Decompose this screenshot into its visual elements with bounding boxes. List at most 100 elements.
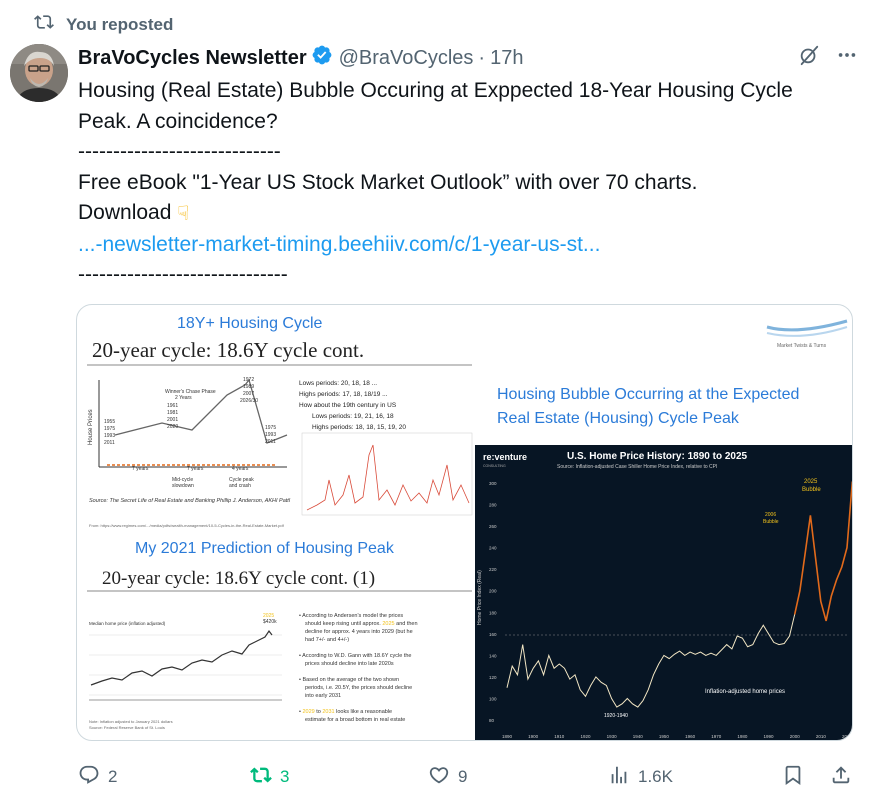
bookmark-button[interactable] xyxy=(782,762,804,792)
svg-text:1920-1940: 1920-1940 xyxy=(604,713,628,719)
hp-ytick: 180 xyxy=(489,610,497,615)
hp-xtick: 2020 xyxy=(842,734,853,739)
pointing-down-emoji-icon: ☟ xyxy=(177,203,190,225)
tweet-link[interactable]: ...-newsletter-market-timing.beehiiv.com… xyxy=(78,230,868,261)
prediction-chart: Median home price (inflation adjusted) 2… xyxy=(89,613,282,730)
mini-cycle-chart xyxy=(301,432,473,516)
svg-text:How about the 19th century in: How about the 19th century in US xyxy=(299,402,397,409)
svg-text:Lows periods: 20, 18, 18 ...: Lows periods: 20, 18, 18 ... xyxy=(299,380,377,387)
svg-text:1975: 1975 xyxy=(265,425,276,431)
prediction-title: My 2021 Prediction of Housing Peak xyxy=(135,540,395,557)
svg-text:House Prices: House Prices xyxy=(88,409,94,445)
reply-button[interactable]: 2 xyxy=(78,762,117,792)
reply-count: 2 xyxy=(108,767,118,786)
tweet-line: Free eBook "1-Year US Stock Market Outlo… xyxy=(78,170,698,194)
hp-ytick: 280 xyxy=(489,503,497,508)
svg-text:prices should decline into lat: prices should decline into late 2020s xyxy=(305,661,394,667)
svg-text:2011: 2011 xyxy=(104,440,115,446)
hp-xtick: 1910 xyxy=(554,734,565,739)
svg-text:Bubble: Bubble xyxy=(763,519,779,525)
svg-text:Highs periods: 17, 18, 18/19 .: Highs periods: 17, 18, 18/19 ... xyxy=(299,391,388,398)
repost-count: 3 xyxy=(280,767,290,786)
tweet-media-image[interactable]: 18Y+ Housing Cycle 20-year cycle: 18.6Y … xyxy=(76,304,853,741)
share-button[interactable] xyxy=(830,762,852,792)
hp-ytick: 240 xyxy=(489,546,497,551)
source-note: Source: The Secret Life of Real Estate a… xyxy=(89,498,291,504)
prediction-bullets: • According to Andersen's model the pric… xyxy=(299,613,418,723)
hp-xtick: 1920 xyxy=(580,734,591,739)
svg-text:2001: 2001 xyxy=(167,417,178,423)
url-note: From: https://www.regimes.com/.../media/… xyxy=(89,523,285,528)
cycle-diagram: House Prices Winner's Chase Phase 2 Year… xyxy=(88,377,288,489)
right-title-1: Housing Bubble Occurring at the Expected xyxy=(497,386,799,403)
svg-text:1981: 1981 xyxy=(167,410,178,416)
avatar[interactable] xyxy=(10,44,68,102)
tweet-line: Housing (Real Estate) Bubble Occuring at… xyxy=(78,79,793,102)
verified-badge-icon xyxy=(307,44,339,72)
hp-ytick: 80 xyxy=(489,718,495,723)
tweet-line: Peak. A coincidence? xyxy=(78,109,278,133)
tweet-text: Housing (Real Estate) Bubble Occuring at… xyxy=(78,76,868,291)
svg-text:2025: 2025 xyxy=(804,479,818,485)
svg-text:1993: 1993 xyxy=(104,433,115,439)
svg-text:• According to W.D. Gann with: • According to W.D. Gann with 18.6Y cycl… xyxy=(299,653,412,659)
svg-text:decline for approx. 4 years in: decline for approx. 4 years into 2029 (b… xyxy=(305,629,413,635)
author-name[interactable]: BraVoCycles Newsletter xyxy=(78,47,307,70)
tweet-divider: ----------------------------- xyxy=(78,140,281,163)
hp-brand: re:venture xyxy=(483,452,527,462)
tweet-divider: ------------------------------ xyxy=(78,263,288,286)
prediction-subtitle: 20-year cycle: 18.6Y cycle cont. (1) xyxy=(102,568,375,589)
hp-ytick: 120 xyxy=(489,675,497,680)
svg-text:periods, i.e. 20.5Y, the price: periods, i.e. 20.5Y, the prices should d… xyxy=(305,685,412,691)
hp-xtick: 1980 xyxy=(737,734,748,739)
svg-text:Home Price Index (Real): Home Price Index (Real) xyxy=(477,570,483,625)
tweet-header: BraVoCycles Newsletter @BraVoCycles · 17… xyxy=(78,44,858,72)
svg-text:CONSULTING: CONSULTING xyxy=(483,464,506,468)
repost-action-icon xyxy=(250,764,272,791)
svg-text:4 years: 4 years xyxy=(232,466,249,472)
svg-text:1989: 1989 xyxy=(243,384,254,390)
cycle-bullets: Lows periods: 20, 18, 18 ... Highs perio… xyxy=(299,380,406,431)
svg-text:2011: 2011 xyxy=(265,439,276,445)
like-count: 9 xyxy=(458,767,468,786)
hp-ytick: 160 xyxy=(489,632,497,637)
hp-xtick: 1900 xyxy=(528,734,539,739)
svg-text:Inflation-adjusted home prices: Inflation-adjusted home prices xyxy=(705,689,785,695)
hp-xtick: 1950 xyxy=(659,734,670,739)
repost-button[interactable]: 3 xyxy=(250,762,289,792)
hp-ytick: 200 xyxy=(489,589,497,594)
hp-ytick: 100 xyxy=(489,696,497,701)
hp-xtick: 1970 xyxy=(711,734,722,739)
separator-dot: · xyxy=(478,46,486,69)
more-options-icon[interactable] xyxy=(836,44,858,72)
svg-text:2 Years: 2 Years xyxy=(175,395,192,401)
svg-text:• 2029 to 2031 looks like a re: • 2029 to 2031 looks like a reasonable xyxy=(299,709,392,715)
tweet-actions: 2 3 9 1.6K xyxy=(78,762,858,792)
home-price-chart: re:venture CONSULTING U.S. Home Price Hi… xyxy=(475,445,853,740)
hp-title: U.S. Home Price History: 1890 to 2025 xyxy=(567,451,748,462)
share-icon xyxy=(830,764,852,791)
author-handle[interactable]: @BraVoCycles xyxy=(339,47,474,70)
timestamp[interactable]: 17h xyxy=(490,47,523,70)
svg-text:• Based on the average of the: • Based on the average of the two shown xyxy=(299,677,399,683)
heart-icon xyxy=(428,764,450,791)
svg-text:Bubble: Bubble xyxy=(802,487,821,493)
hp-ytick: 140 xyxy=(489,653,497,658)
download-text: Download xyxy=(78,201,172,224)
views-button[interactable]: 1.6K xyxy=(608,762,673,792)
svg-text:1972: 1972 xyxy=(243,377,254,383)
svg-text:2020: 2020 xyxy=(167,424,178,430)
svg-text:and crash: and crash xyxy=(229,483,251,489)
svg-text:2006: 2006 xyxy=(765,512,776,518)
hp-ytick: 220 xyxy=(489,567,497,572)
svg-text:• According to Andersen's mode: • According to Andersen's model the pric… xyxy=(299,613,403,619)
svg-text:2007: 2007 xyxy=(243,391,254,397)
grok-icon[interactable] xyxy=(798,44,820,72)
like-button[interactable]: 9 xyxy=(428,762,467,792)
hp-xtick: 2010 xyxy=(816,734,827,739)
hp-xtick: 1940 xyxy=(633,734,644,739)
svg-text:should keep rising until appro: should keep rising until approx. 2025 an… xyxy=(305,621,418,627)
hp-xtick: 1990 xyxy=(764,734,775,739)
svg-text:7 years: 7 years xyxy=(132,466,149,472)
svg-text:Source: Federal Reserve Bank o: Source: Federal Reserve Bank of St. Loui… xyxy=(89,725,165,730)
